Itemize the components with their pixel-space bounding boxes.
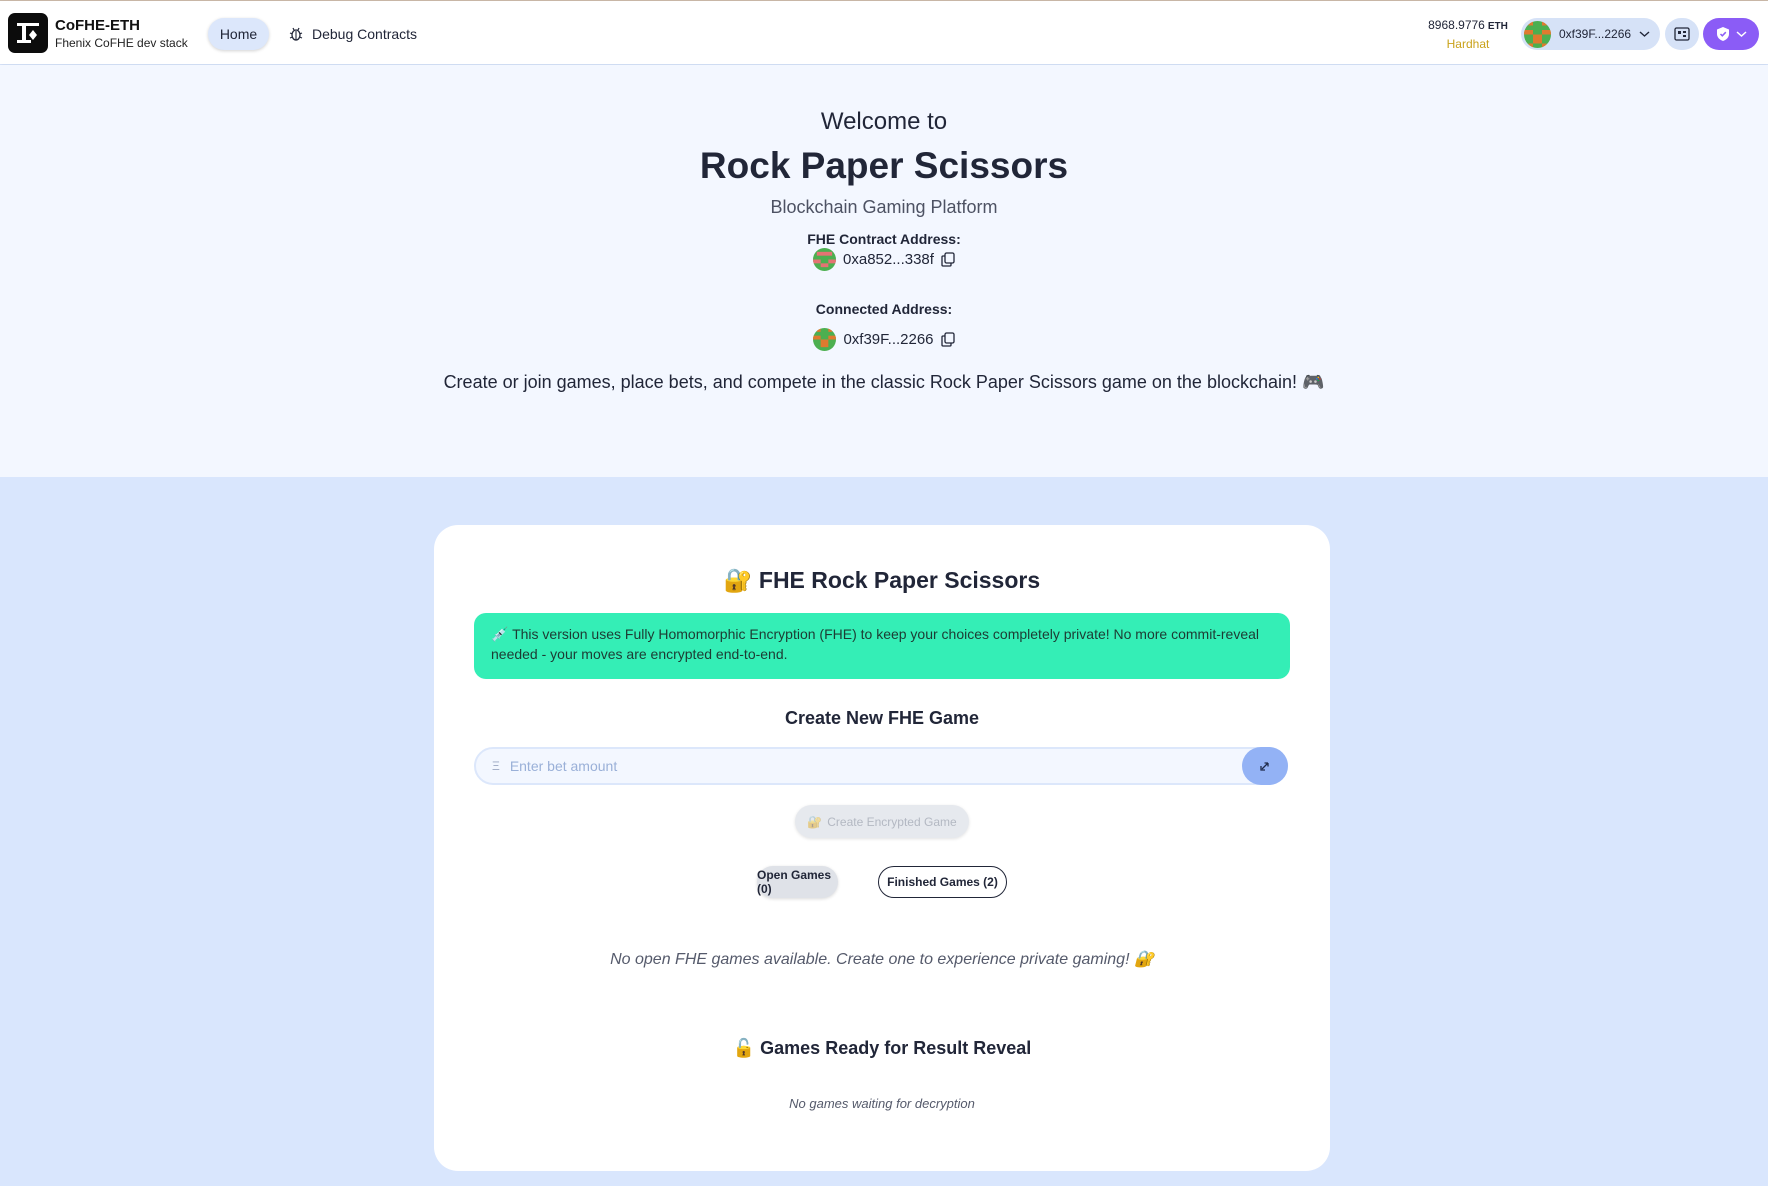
page-description: Create or join games, place bets, and co… — [443, 372, 1325, 392]
chevron-down-icon — [1736, 31, 1746, 38]
tab-open-games-label: Open Games (0) — [757, 868, 832, 896]
nav-debug-contracts[interactable]: Debug Contracts — [288, 18, 417, 50]
bug-icon — [289, 27, 303, 41]
lock-icon: 🔐 — [723, 567, 753, 593]
account-dropdown-button[interactable]: 0xf39F...2266 — [1521, 18, 1660, 50]
reveal-section-title-text: Games Ready for Result Reveal — [760, 1038, 1032, 1058]
bet-amount-input[interactable] — [509, 758, 1210, 774]
contract-address: 0xa852...338f — [0, 248, 1768, 271]
connected-avatar — [813, 328, 837, 351]
connected-address: 0xf39F...2266 — [0, 328, 1768, 351]
unlock-icon: 🔓 — [732, 1038, 756, 1058]
tab-finished-games[interactable]: Finished Games (2) — [878, 866, 1007, 898]
brand-subtitle: Fhenix CoFHE dev stack — [55, 36, 188, 50]
syringe-icon: 💉 — [491, 626, 509, 642]
contract-avatar — [813, 248, 837, 271]
create-encrypted-game-button[interactable]: 🔐 Create Encrypted Game — [795, 805, 969, 838]
app-header: CoFHE-ETH Fhenix CoFHE dev stack Home De… — [0, 1, 1768, 64]
copy-icon[interactable] — [941, 252, 955, 267]
copy-icon[interactable] — [940, 332, 955, 347]
reveal-empty-message: No games waiting for decryption — [789, 1096, 975, 1111]
reveal-section-title: 🔓 Games Ready for Result Reveal — [434, 1038, 1330, 1059]
tab-open-games[interactable]: Open Games (0) — [757, 866, 838, 898]
fhe-info-text: This version uses Fully Homomorphic Encr… — [491, 626, 1259, 662]
card-title: 🔐 FHE Rock Paper Scissors — [434, 567, 1330, 594]
bet-amount-field: Ξ — [474, 747, 1288, 785]
page-subtitle: Blockchain Gaming Platform — [770, 197, 998, 217]
create-encrypted-game-label: Create Encrypted Game — [827, 814, 957, 829]
swap-arrows-icon — [1260, 762, 1269, 771]
lock-icon: 🔐 — [807, 814, 823, 829]
wallet-balance[interactable]: 8968.9776 ETH Hardhat — [1420, 18, 1516, 52]
eth-symbol-icon: Ξ — [492, 759, 500, 773]
logo-icon — [17, 23, 39, 43]
shield-check-icon — [1716, 27, 1729, 41]
balance-unit: ETH — [1487, 21, 1508, 32]
nav-debug-label: Debug Contracts — [312, 26, 418, 42]
brand-title: CoFHE-ETH — [55, 17, 140, 34]
brand[interactable]: CoFHE-ETH Fhenix CoFHE dev stack — [55, 17, 188, 51]
chevron-down-icon — [1639, 31, 1650, 37]
fhe-game-card: 🔐 FHE Rock Paper Scissors 💉 This version… — [434, 525, 1330, 1171]
contract-address-label: FHE Contract Address: — [807, 231, 961, 247]
create-game-title: Create New FHE Game — [784, 708, 980, 728]
account-avatar — [1524, 20, 1551, 48]
connected-address-label: Connected Address: — [815, 301, 953, 317]
nav-home[interactable]: Home — [208, 18, 269, 50]
hero-section: Welcome to Rock Paper Scissors Blockchai… — [0, 65, 1768, 477]
nav-home-label: Home — [219, 26, 258, 42]
card-title-text: FHE Rock Paper Scissors — [758, 567, 1041, 593]
network-name: Hardhat — [1446, 37, 1490, 51]
welcome-text: Welcome to — [820, 108, 948, 135]
currency-toggle-button[interactable] — [1242, 747, 1288, 785]
qr-code-button[interactable] — [1665, 18, 1699, 50]
open-games-empty-message: No open FHE games available. Create one … — [610, 951, 1154, 968]
connected-address-value: 0xf39F...2266 — [843, 331, 934, 348]
balance-value: 8968.9776 — [1428, 18, 1485, 32]
page-title: Rock Paper Scissors — [699, 145, 1069, 186]
contract-address-value: 0xa852...338f — [843, 251, 934, 268]
security-menu-button[interactable] — [1703, 18, 1759, 50]
qr-code-icon — [1674, 27, 1690, 41]
app-logo[interactable] — [8, 13, 48, 53]
fhe-info-banner: 💉 This version uses Fully Homomorphic En… — [474, 613, 1290, 679]
tab-finished-games-label: Finished Games (2) — [887, 875, 998, 889]
account-address: 0xf39F...2266 — [1559, 27, 1632, 41]
